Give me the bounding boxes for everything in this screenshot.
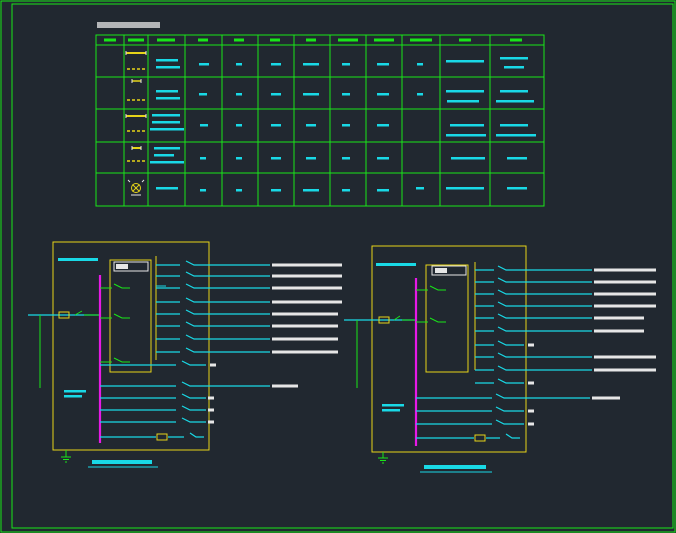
panel-left-cabinet bbox=[52, 241, 210, 451]
drawing-title-mark bbox=[97, 22, 160, 28]
lamp-symbol-1 bbox=[125, 51, 147, 70]
lamp-symbol-5 bbox=[127, 179, 145, 196]
panel-right-circuit-labels bbox=[528, 268, 656, 426]
panel-right bbox=[344, 245, 656, 473]
panel-right-circuits bbox=[416, 265, 592, 442]
panel-right-cabinet bbox=[371, 245, 527, 453]
cad-drawing-sheet bbox=[0, 0, 676, 533]
lamp-symbol-3 bbox=[125, 114, 147, 132]
inner-frame bbox=[11, 3, 674, 529]
panel-left-circuits bbox=[100, 260, 270, 441]
lamp-symbol-2 bbox=[127, 79, 146, 101]
lamp-symbol-4 bbox=[127, 146, 146, 162]
panel-left bbox=[28, 241, 342, 468]
